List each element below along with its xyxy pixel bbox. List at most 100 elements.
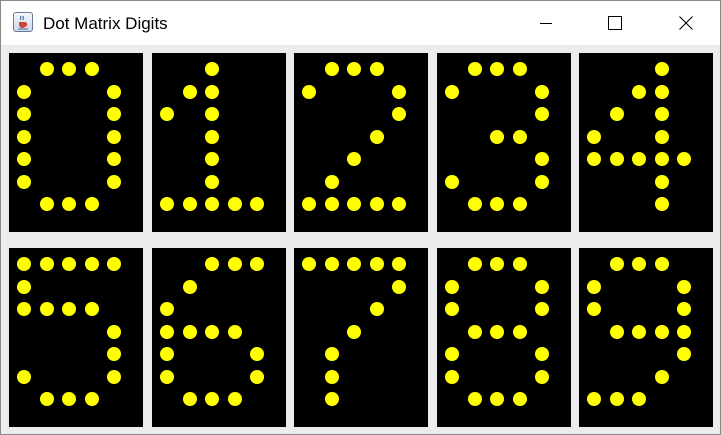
matrix-dot xyxy=(655,325,669,339)
matrix-dot xyxy=(62,302,76,316)
matrix-dot xyxy=(183,280,197,294)
maximize-icon xyxy=(608,16,622,30)
matrix-dot xyxy=(370,302,384,316)
matrix-dot xyxy=(445,280,459,294)
matrix-dot xyxy=(610,107,624,121)
digit-panel-3 xyxy=(437,53,571,232)
matrix-dot xyxy=(228,392,242,406)
matrix-dot xyxy=(205,130,219,144)
matrix-dot xyxy=(17,302,31,316)
matrix-dot xyxy=(445,175,459,189)
matrix-dot xyxy=(610,392,624,406)
matrix-dot xyxy=(587,280,601,294)
matrix-dot xyxy=(610,257,624,271)
matrix-dot xyxy=(325,257,339,271)
matrix-dot xyxy=(325,370,339,384)
matrix-dot xyxy=(85,302,99,316)
matrix-dot xyxy=(513,62,527,76)
matrix-dot xyxy=(325,197,339,211)
matrix-dot xyxy=(490,325,504,339)
matrix-dot xyxy=(107,257,121,271)
matrix-dot xyxy=(392,107,406,121)
matrix-dot xyxy=(183,197,197,211)
digit-panel-4 xyxy=(579,53,713,232)
matrix-dot xyxy=(632,392,646,406)
matrix-dot xyxy=(655,257,669,271)
matrix-dot xyxy=(535,85,549,99)
matrix-dot xyxy=(655,85,669,99)
matrix-dot xyxy=(228,257,242,271)
matrix-dot xyxy=(535,152,549,166)
matrix-dot xyxy=(302,197,316,211)
matrix-dot xyxy=(205,85,219,99)
matrix-dot xyxy=(160,370,174,384)
matrix-dot xyxy=(655,175,669,189)
matrix-dot xyxy=(535,347,549,361)
window-title: Dot Matrix Digits xyxy=(43,14,168,33)
matrix-dot xyxy=(205,392,219,406)
digit-panel-0 xyxy=(9,53,143,232)
matrix-dot xyxy=(347,325,361,339)
matrix-dot xyxy=(107,347,121,361)
matrix-dot xyxy=(17,85,31,99)
minimize-button[interactable] xyxy=(523,1,569,45)
matrix-dot xyxy=(655,62,669,76)
matrix-dot xyxy=(392,197,406,211)
app-window: Dot Matrix Digits xyxy=(0,0,721,435)
matrix-dot xyxy=(513,257,527,271)
java-cup-icon[interactable] xyxy=(13,12,33,32)
matrix-dot xyxy=(62,257,76,271)
matrix-dot xyxy=(205,175,219,189)
matrix-dot xyxy=(655,370,669,384)
matrix-dot xyxy=(205,325,219,339)
matrix-dot xyxy=(85,197,99,211)
matrix-dot xyxy=(40,302,54,316)
matrix-dot xyxy=(587,392,601,406)
matrix-dot xyxy=(17,175,31,189)
title-bar[interactable]: Dot Matrix Digits xyxy=(1,1,720,45)
matrix-dot xyxy=(632,325,646,339)
matrix-dot xyxy=(183,325,197,339)
matrix-dot xyxy=(250,257,264,271)
matrix-dot xyxy=(85,62,99,76)
matrix-dot xyxy=(677,152,691,166)
maximize-button[interactable] xyxy=(592,1,638,45)
matrix-dot xyxy=(17,257,31,271)
matrix-dot xyxy=(535,280,549,294)
matrix-dot xyxy=(632,152,646,166)
matrix-dot xyxy=(513,197,527,211)
matrix-dot xyxy=(17,107,31,121)
matrix-dot xyxy=(160,325,174,339)
matrix-dot xyxy=(250,197,264,211)
matrix-dot xyxy=(325,347,339,361)
matrix-dot xyxy=(107,107,121,121)
matrix-dot xyxy=(40,62,54,76)
matrix-dot xyxy=(610,325,624,339)
matrix-dot xyxy=(205,152,219,166)
matrix-dot xyxy=(40,392,54,406)
matrix-dot xyxy=(392,85,406,99)
matrix-dot xyxy=(62,392,76,406)
matrix-dot xyxy=(370,257,384,271)
matrix-dot xyxy=(183,392,197,406)
matrix-dot xyxy=(513,325,527,339)
matrix-dot xyxy=(370,197,384,211)
matrix-dot xyxy=(17,280,31,294)
digit-panel-1 xyxy=(152,53,286,232)
matrix-dot xyxy=(228,197,242,211)
matrix-dot xyxy=(228,325,242,339)
matrix-dot xyxy=(587,302,601,316)
matrix-dot xyxy=(85,257,99,271)
matrix-dot xyxy=(40,257,54,271)
matrix-dot xyxy=(535,302,549,316)
matrix-dot xyxy=(468,325,482,339)
digit-panel-8 xyxy=(437,248,571,427)
matrix-dot xyxy=(445,85,459,99)
matrix-dot xyxy=(445,370,459,384)
digit-panel-7 xyxy=(294,248,428,427)
matrix-dot xyxy=(587,152,601,166)
matrix-dot xyxy=(632,257,646,271)
matrix-dot xyxy=(677,347,691,361)
close-button[interactable] xyxy=(663,1,709,45)
matrix-dot xyxy=(85,392,99,406)
